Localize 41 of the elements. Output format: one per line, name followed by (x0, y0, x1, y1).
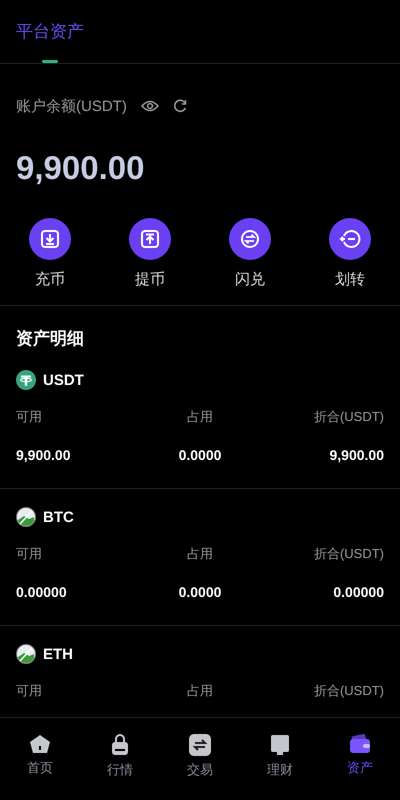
exchange-icon (189, 734, 211, 756)
refresh-icon[interactable] (172, 99, 187, 113)
tab[interactable]: 平台资产 (16, 0, 84, 63)
column-label: 占用 (186, 546, 213, 561)
balance-amount: 9,900.00 (16, 148, 146, 188)
nav-tab[interactable]: 行情 (107, 718, 133, 779)
column-label: 可用 (16, 683, 42, 698)
amount-value: 9,900.00 (329, 447, 384, 463)
broken-image-icon (16, 507, 36, 527)
column-label: 折合(USDT) (314, 546, 384, 561)
upload-icon (138, 227, 162, 251)
nav-tab[interactable]: 首页 (27, 718, 53, 777)
box-icon (270, 734, 290, 756)
wallet-icon (349, 734, 371, 754)
column-label: 占用 (186, 683, 213, 698)
column-label: 折合(USDT) (314, 409, 384, 424)
broken-image-icon (16, 644, 36, 664)
amount-value: 0.0000 (178, 584, 222, 600)
nav-tab[interactable]: 交易 (187, 718, 213, 779)
coin-name: USDT (43, 372, 84, 388)
active-tab-indicator (42, 60, 58, 63)
column-label: 可用 (16, 546, 42, 561)
coin-name: BTC (43, 508, 74, 526)
section-title: 资产明细 (16, 329, 84, 348)
amount-value: 0.0000 (178, 447, 222, 463)
amount-value: 0.00000 (333, 584, 384, 600)
amount-value: 9,900.00 (16, 447, 70, 463)
column-label: 折合(USDT) (314, 683, 384, 698)
download-icon (38, 227, 62, 251)
transfer-icon (338, 227, 362, 251)
column-label: 可用 (16, 409, 42, 424)
amount-value: 0.00000 (16, 584, 67, 600)
column-label: 占用 (186, 409, 213, 424)
coin-name: ETH (43, 646, 73, 662)
eye-icon[interactable] (140, 100, 159, 112)
nav-tab[interactable]: 资产 (347, 718, 373, 777)
balance-label: 账户余额(USDT) (16, 96, 127, 116)
tether-coin-icon (16, 370, 36, 390)
home-icon (29, 734, 51, 754)
swap-icon (238, 227, 262, 251)
nav-tab[interactable]: 理财 (267, 718, 293, 779)
